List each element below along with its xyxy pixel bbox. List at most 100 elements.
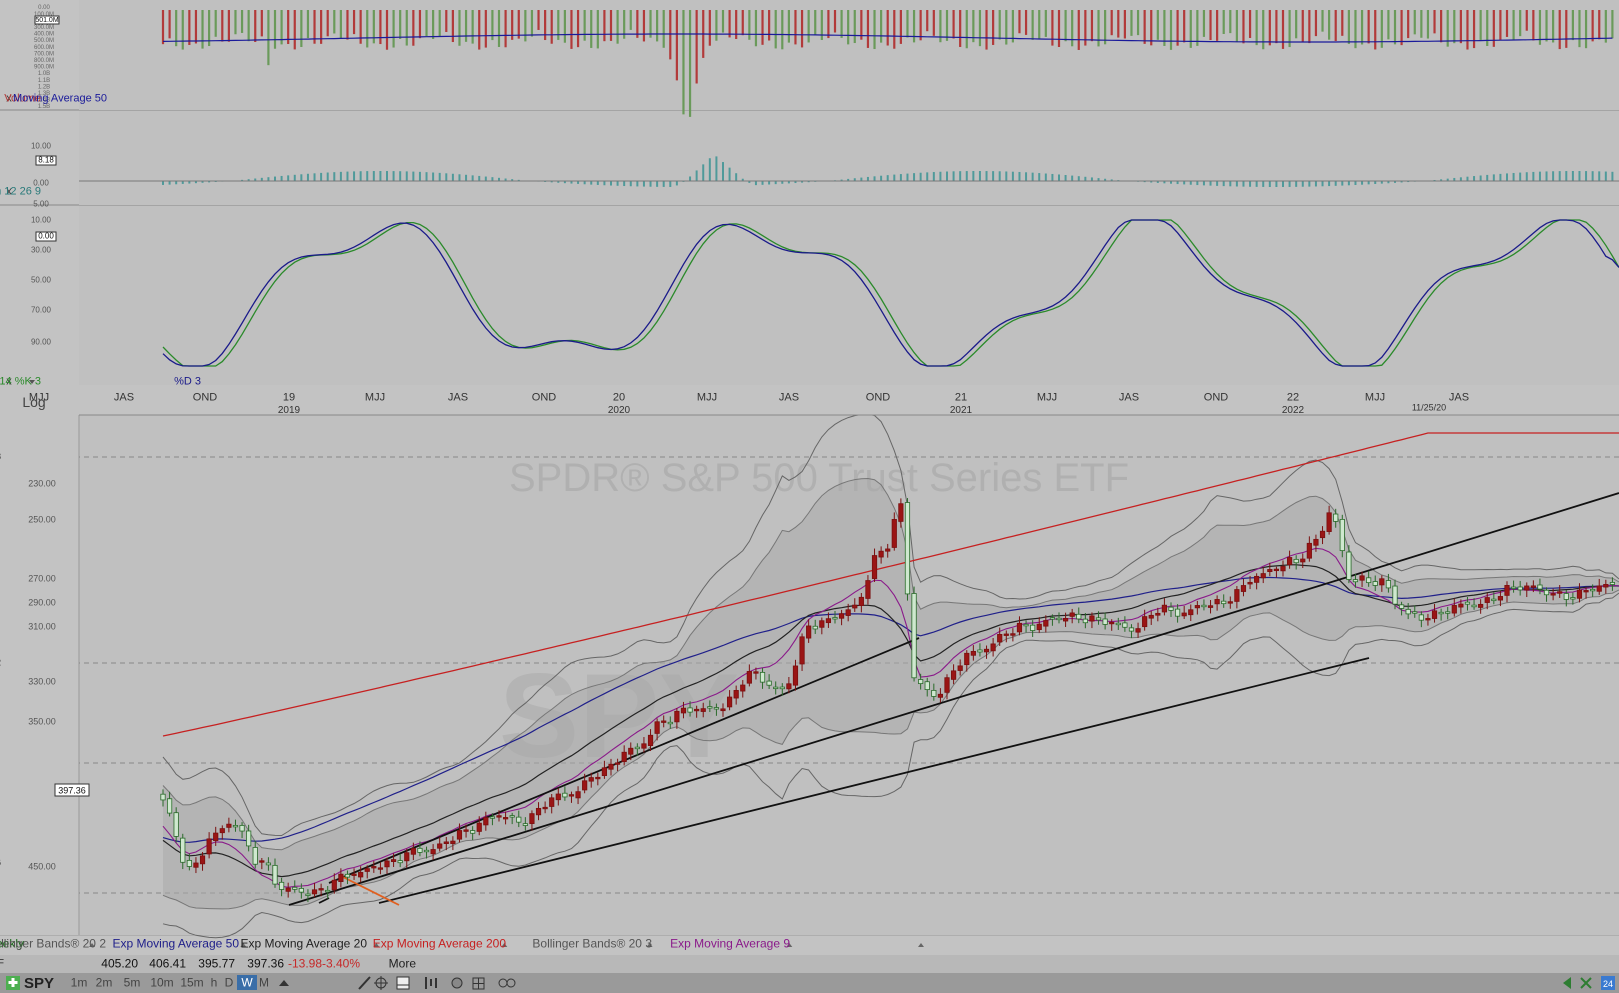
candle-body[interactable] (1188, 609, 1194, 616)
candle-body[interactable] (437, 843, 443, 849)
candle-body[interactable] (1576, 589, 1583, 599)
candle-body[interactable] (232, 824, 239, 828)
candle-body[interactable] (278, 881, 285, 890)
candle-body[interactable] (1286, 557, 1293, 566)
candle-body[interactable] (1313, 538, 1319, 546)
candle-body[interactable] (305, 893, 311, 896)
candle-body[interactable] (239, 825, 245, 832)
candle-body[interactable] (173, 812, 179, 837)
candle-body[interactable] (1043, 620, 1049, 627)
candle-body[interactable] (1293, 558, 1299, 564)
candle-body[interactable] (470, 830, 476, 834)
candle-body[interactable] (404, 852, 410, 862)
candle-body[interactable] (265, 862, 272, 866)
candle-body[interactable] (1609, 582, 1616, 585)
candle-body[interactable] (1458, 603, 1464, 608)
candle-body[interactable] (1491, 598, 1497, 602)
legend-item[interactable]: Bollinger Bands® 20 3 (532, 936, 652, 950)
candle-body[interactable] (634, 746, 640, 750)
candle-body[interactable] (1181, 612, 1187, 617)
candle-body[interactable] (661, 720, 667, 723)
timeframe-W[interactable]: W (241, 975, 253, 989)
candle-body[interactable] (1557, 591, 1563, 594)
timeframe-M[interactable]: M (259, 975, 269, 989)
candle-body[interactable] (1201, 604, 1207, 608)
macd-panel[interactable]: 10.000.005.008.18xMACD Histogram 12 26 9 (0, 109, 1619, 209)
candle-body[interactable] (1234, 589, 1240, 602)
candle-body[interactable] (1089, 615, 1095, 622)
candle-body[interactable] (226, 823, 232, 828)
candle-body[interactable] (1412, 611, 1418, 614)
add-icon[interactable] (6, 976, 20, 990)
price-panel[interactable]: SPY SPDR® S&P 500 Trust Series ETF 23.63… (0, 413, 1619, 939)
candle-body[interactable] (865, 580, 871, 599)
candle-body[interactable] (1359, 575, 1365, 581)
candle-body[interactable] (746, 671, 752, 684)
candle-body[interactable] (219, 828, 225, 834)
candle-body[interactable] (687, 707, 693, 713)
candle-body[interactable] (1260, 573, 1266, 579)
candle-body[interactable] (555, 793, 561, 801)
candle-body[interactable] (1300, 558, 1306, 563)
candle-body[interactable] (871, 555, 878, 579)
candle-body[interactable] (463, 829, 469, 832)
timeframe-5m[interactable]: 5m (124, 975, 141, 989)
candle-body[interactable] (1517, 586, 1523, 591)
symbol-field[interactable]: SPY (24, 975, 54, 992)
candle-body[interactable] (568, 794, 575, 797)
candle-body[interactable] (180, 837, 186, 863)
candle-body[interactable] (423, 849, 430, 853)
timeframe-D[interactable]: D (225, 975, 234, 989)
candle-body[interactable] (1221, 600, 1227, 605)
settings-icon[interactable] (451, 977, 463, 989)
candle-body[interactable] (825, 618, 832, 624)
candle-body[interactable] (595, 776, 601, 780)
timeframe-h[interactable]: h (211, 975, 218, 989)
candle-body[interactable] (1464, 601, 1471, 605)
candle-body[interactable] (1524, 585, 1530, 591)
candle-body[interactable] (1161, 604, 1168, 613)
candle-body[interactable] (838, 613, 845, 619)
candle-body[interactable] (700, 708, 706, 712)
candle-body[interactable] (1030, 624, 1036, 631)
candle-body[interactable] (964, 652, 970, 666)
candle-body[interactable] (1590, 588, 1596, 592)
candle-body[interactable] (1570, 597, 1576, 600)
candle-body[interactable] (331, 879, 337, 891)
candle-body[interactable] (1115, 622, 1121, 626)
candle-body[interactable] (924, 681, 930, 691)
candle-body[interactable] (621, 751, 627, 763)
candle-body[interactable] (1425, 618, 1431, 621)
candle-body[interactable] (1194, 605, 1200, 609)
candle-body[interactable] (1596, 585, 1602, 592)
candle-body[interactable] (1418, 614, 1424, 621)
candle-body[interactable] (1102, 618, 1108, 625)
candle-body[interactable] (186, 859, 192, 867)
candle-body[interactable] (1445, 611, 1451, 614)
candle-body[interactable] (990, 643, 996, 652)
candle-body[interactable] (193, 862, 199, 868)
candle-body[interactable] (911, 593, 917, 679)
candle-body[interactable] (819, 620, 825, 628)
candle-body[interactable] (766, 680, 772, 686)
candle-body[interactable] (694, 708, 700, 712)
candle-body[interactable] (1069, 612, 1075, 617)
stochastics-panel[interactable]: 10.0030.0050.0070.0090.000.00xStochastic… (0, 204, 1619, 388)
candle-body[interactable] (1016, 622, 1023, 633)
candle-body[interactable] (812, 625, 818, 630)
candle-body[interactable] (246, 830, 252, 847)
candle-body[interactable] (450, 840, 456, 844)
candle-body[interactable] (1497, 596, 1504, 601)
candle-body[interactable] (1438, 611, 1444, 615)
candle-body[interactable] (1405, 608, 1411, 615)
candle-body[interactable] (806, 625, 812, 639)
legend-item[interactable]: Bollinger Bands® 20 2 (0, 936, 106, 950)
candle-body[interactable] (918, 679, 924, 685)
candle-body[interactable] (358, 872, 364, 878)
candle-body[interactable] (753, 671, 759, 674)
candle-body[interactable] (199, 855, 206, 865)
candle-body[interactable] (957, 665, 963, 671)
candle-body[interactable] (1379, 578, 1385, 586)
candle-body[interactable] (740, 684, 746, 692)
candle-body[interactable] (950, 670, 957, 680)
